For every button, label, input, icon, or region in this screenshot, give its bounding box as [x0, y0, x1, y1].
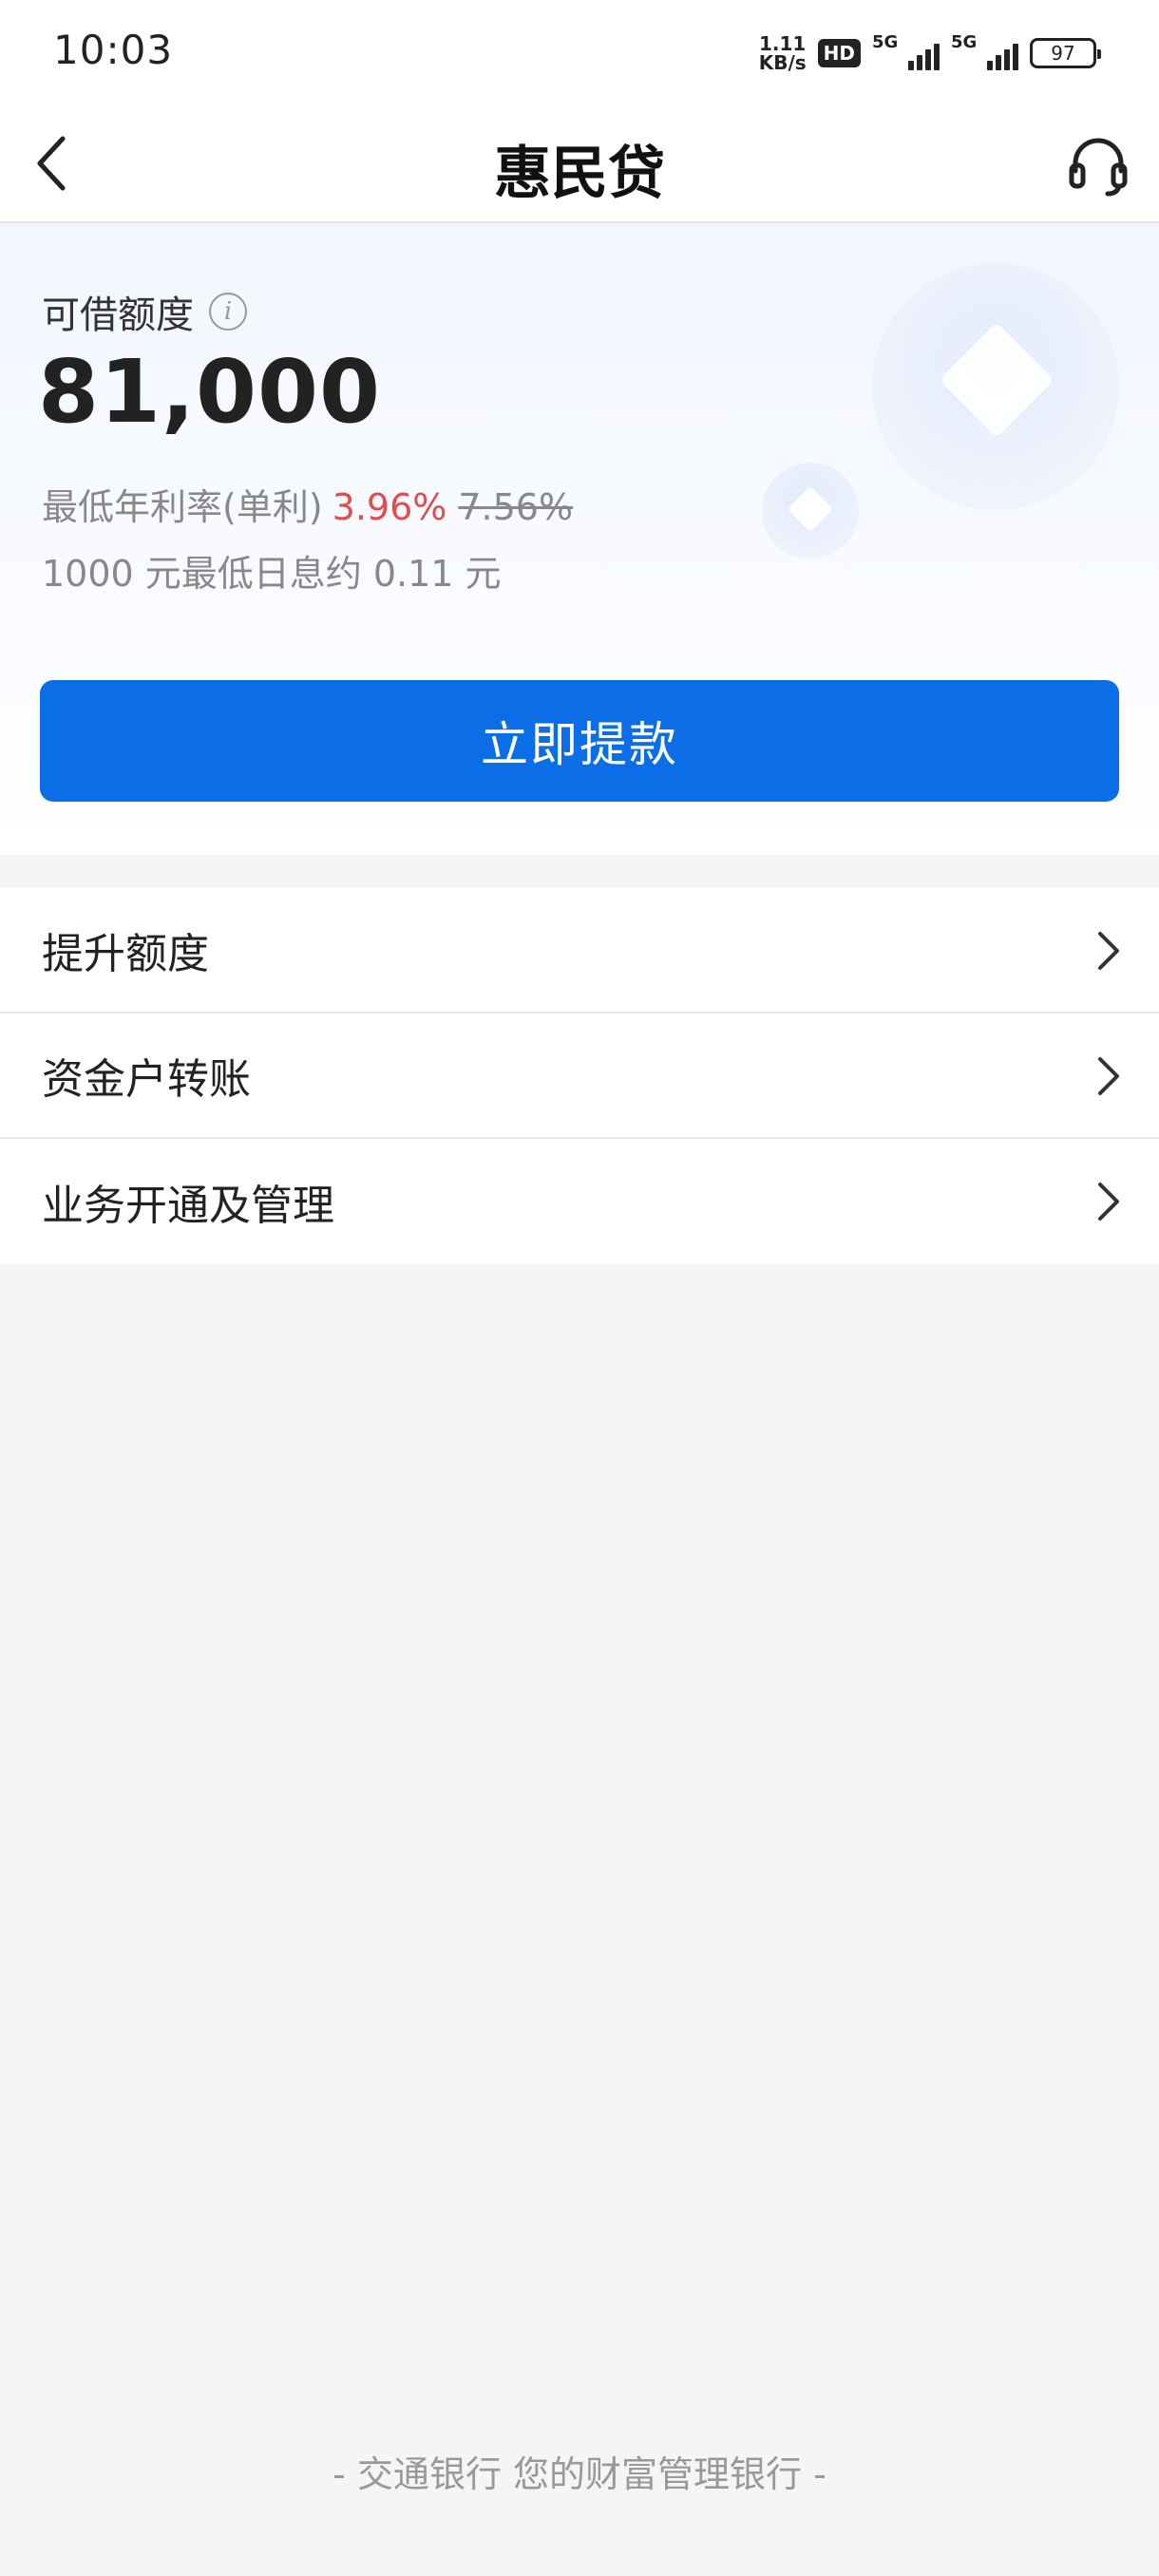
interest-rate-line: 最低年利率(单利) 3.96% 7.56% — [42, 478, 573, 530]
chevron-right-icon — [1098, 1057, 1119, 1095]
network-speed: 1.11 KB/s — [759, 34, 807, 72]
chevron-right-icon — [1098, 932, 1119, 970]
menu-item-business-management[interactable]: 业务开通及管理 — [0, 1139, 1159, 1264]
daily-interest-line: 1000 元最低日息约 0.11 元 — [42, 553, 502, 595]
battery-level: 97 — [1051, 42, 1075, 65]
rate-original: 7.56% — [458, 486, 574, 528]
credit-limit-label: 可借额度 i — [42, 284, 247, 339]
signal-label: 5G — [872, 32, 899, 52]
menu-item-label: 资金户转账 — [42, 1055, 251, 1104]
battery-icon: 97 — [1030, 38, 1101, 68]
menu-item-label: 业务开通及管理 — [42, 1182, 334, 1230]
rate-current: 3.96% — [332, 486, 447, 528]
signal-label-2: 5G — [951, 32, 978, 52]
network-speed-unit: KB/s — [758, 51, 807, 74]
footer-slogan: - 交通银行 您的财富管理银行 - — [332, 2453, 826, 2495]
app-header: 惠民贷 — [0, 104, 1159, 223]
decorative-coin-small — [762, 463, 859, 559]
chevron-right-icon — [1098, 1183, 1119, 1221]
signal-icon-2: 5G — [951, 32, 1018, 70]
signal-icon: 5G — [872, 32, 940, 70]
hd-badge: HD — [817, 39, 861, 67]
network-speed-value: 1.11 — [759, 32, 807, 55]
menu-item-label: 提升额度 — [42, 930, 209, 978]
menu-item-fund-transfer[interactable]: 资金户转账 — [0, 1013, 1159, 1139]
status-time: 10:03 — [53, 27, 174, 73]
decorative-coin-large — [872, 263, 1119, 510]
credit-limit-label-text: 可借额度 — [42, 294, 194, 337]
customer-service-button[interactable] — [1060, 127, 1136, 203]
credit-limit-amount: 81,000 — [38, 341, 382, 443]
credit-summary-card: 可借额度 i 81,000 最低年利率(单利) 3.96% 7.56% 1000 元… — [0, 223, 1159, 855]
info-icon[interactable]: i — [209, 293, 247, 331]
rate-prefix: 最低年利率(单利) — [42, 486, 323, 528]
menu-item-raise-limit[interactable]: 提升额度 — [0, 888, 1159, 1013]
headset-icon — [1069, 138, 1128, 197]
status-bar: 10:03 1.11 KB/s HD 5G 5G 97 — [0, 0, 1159, 104]
service-menu: 提升额度 资金户转账 业务开通及管理 — [0, 888, 1159, 1264]
page-title: 惠民贷 — [494, 141, 665, 207]
withdraw-button[interactable]: 立即提款 — [40, 680, 1119, 802]
status-icons: 1.11 KB/s HD 5G 5G 97 — [759, 32, 1101, 74]
